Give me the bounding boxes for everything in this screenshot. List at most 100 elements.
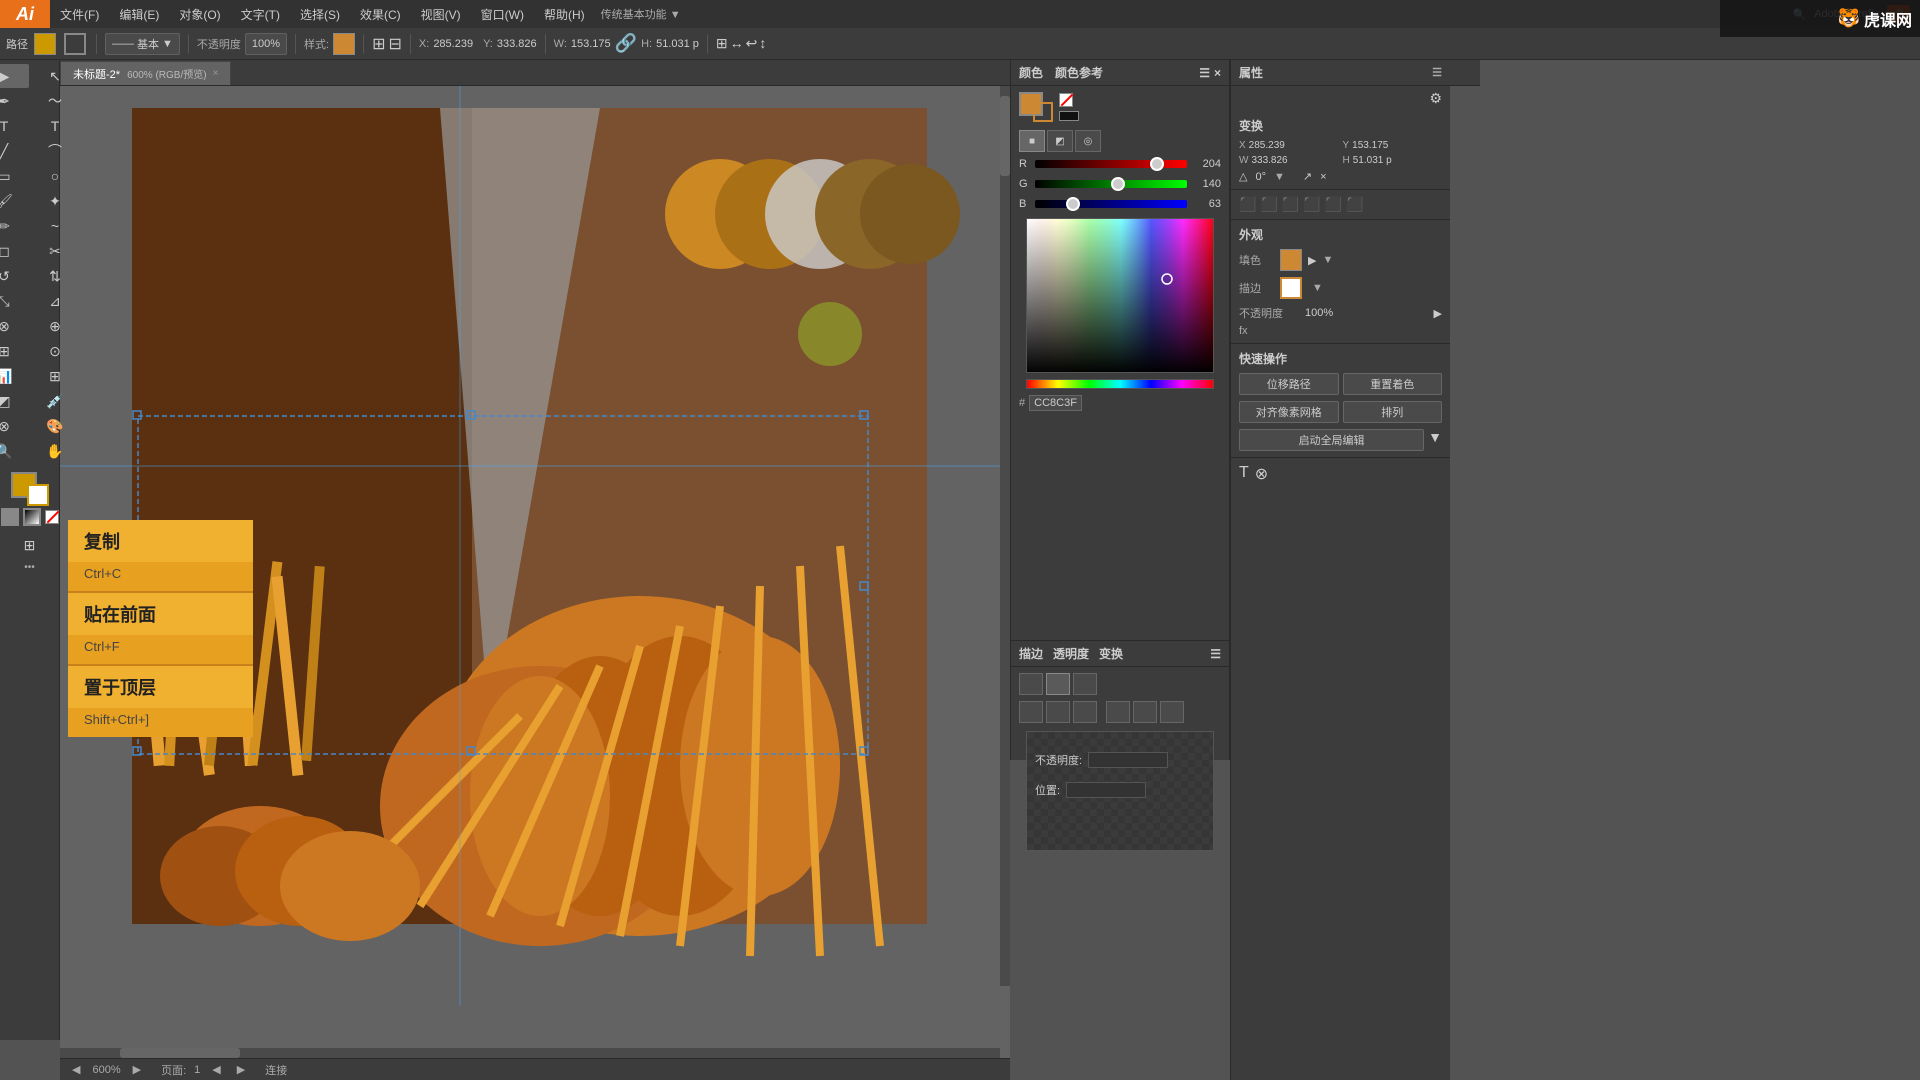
menu-help[interactable]: 帮助(H) (534, 0, 595, 28)
stroke-color-indicator[interactable] (64, 33, 86, 55)
opacity-input[interactable]: 100% (245, 33, 287, 55)
panel-menu-btn[interactable]: ☰ (1199, 66, 1210, 80)
zoom-out-btn[interactable]: ◀ (68, 1063, 84, 1076)
scrollbar-h[interactable] (60, 1048, 1000, 1058)
align-vert-btn[interactable]: ↔ (730, 35, 744, 52)
menu-text[interactable]: 文字(T) (231, 0, 290, 28)
trans-panel-menu[interactable]: ☰ (1210, 647, 1221, 661)
text-touch-icon[interactable]: T (1239, 464, 1249, 484)
fill-expand[interactable]: ▼ (1322, 254, 1333, 266)
text-tool[interactable]: T (0, 114, 29, 138)
align-pixel-btn[interactable]: 对齐像素网格 (1239, 401, 1339, 423)
r-slider-track[interactable] (1035, 160, 1187, 168)
fill-color-prop[interactable] (1280, 249, 1302, 271)
arc-tool[interactable]: ⌒ (30, 139, 80, 163)
more-tools-btn[interactable]: ••• (24, 562, 35, 573)
menu-select[interactable]: 选择(S) (290, 0, 350, 28)
radial-grad-btn[interactable]: ◎ (1075, 130, 1101, 152)
zoom-in-btn[interactable]: ▶ (129, 1063, 145, 1076)
context-menu-item-copy[interactable]: 复制 Ctrl+C (68, 520, 253, 591)
warp-tool[interactable]: ⊗ (0, 314, 29, 338)
none-btn[interactable] (45, 510, 59, 524)
pen-tool[interactable]: ✒ (0, 89, 29, 113)
join-btn1[interactable] (1106, 701, 1130, 723)
gradient-btn[interactable] (23, 508, 41, 526)
panel-close-btn[interactable]: × (1214, 66, 1221, 80)
fill-arrow[interactable]: ▶ (1308, 254, 1316, 267)
rotate-btn[interactable]: ↩ (746, 35, 758, 52)
eyedropper-tool[interactable]: 💉 (30, 389, 80, 413)
none-color-btn[interactable] (1059, 93, 1073, 107)
arrange-btn[interactable]: 排列 (1343, 401, 1443, 423)
menu-file[interactable]: 文件(F) (50, 0, 109, 28)
x-value[interactable]: 285.239 (433, 38, 473, 50)
y-value[interactable]: 333.826 (497, 38, 537, 50)
scrollbar-thumb-v[interactable] (1000, 96, 1010, 176)
color-spectrum[interactable] (1026, 218, 1214, 373)
select-tool[interactable]: ▶ (0, 64, 29, 88)
opacity-expand[interactable]: ▶ (1434, 307, 1442, 320)
column-graph-tool[interactable]: 📊 (0, 364, 29, 388)
linear-grad-btn[interactable]: ◩ (1047, 130, 1073, 152)
rect-tool[interactable]: ▭ (0, 164, 29, 188)
align-bottom-icon[interactable]: ⬛ (1346, 196, 1363, 213)
shear-tool[interactable]: ⊿ (30, 289, 80, 313)
align-center-v-icon[interactable]: ⬛ (1325, 196, 1342, 213)
menu-edit[interactable]: 编辑(E) (109, 0, 169, 28)
artboard-btn[interactable]: ⊞ (5, 533, 55, 557)
offset-path-btn[interactable]: 位移路径 (1239, 373, 1339, 395)
stroke-box[interactable] (27, 484, 49, 506)
stroke-swatch[interactable] (1033, 102, 1053, 122)
align-top-icon[interactable]: ⬛ (1303, 196, 1320, 213)
opacity-bar[interactable] (1088, 752, 1168, 768)
b-slider-thumb[interactable] (1066, 197, 1080, 211)
circle-cross-icon[interactable]: ⊗ (1255, 464, 1268, 484)
fill-color-indicator[interactable] (34, 33, 56, 55)
brush-tool[interactable]: 🖌 (0, 189, 29, 213)
angle-dropdown[interactable]: ▼ (1274, 171, 1285, 183)
join-btn2[interactable] (1133, 701, 1157, 723)
scale-tool[interactable]: ⤡ (0, 289, 29, 313)
scrollbar-v[interactable] (1000, 86, 1010, 986)
link-icon[interactable]: 🔗 (615, 33, 637, 54)
direct-select-tool[interactable]: ↖ (30, 64, 80, 88)
stroke-align-btn1[interactable] (1019, 673, 1043, 695)
align-left-icon[interactable]: ⬛ (1239, 196, 1256, 213)
b-slider-track[interactable] (1035, 200, 1187, 208)
pencil-tool[interactable]: ✏ (0, 214, 29, 238)
context-menu-item-bring-front[interactable]: 置于顶层 Shift+Ctrl+] (68, 666, 253, 737)
page-prev-btn[interactable]: ◀ (208, 1063, 224, 1076)
live-paint-tool[interactable]: 🎨 (30, 414, 80, 438)
reset-color-btn[interactable]: 重置着色 (1343, 373, 1443, 395)
cap-btn3[interactable] (1073, 701, 1097, 723)
active-tab[interactable]: 未标题-2* 600% (RGB/预览) × (60, 61, 231, 85)
g-slider-track[interactable] (1035, 180, 1187, 188)
align-btn[interactable]: ⊟ (389, 34, 402, 54)
mesh-tool[interactable]: ⊞ (30, 364, 80, 388)
hand-tool[interactable]: ✋ (30, 439, 80, 463)
stroke-align-btn2[interactable] (1046, 673, 1070, 695)
align-horiz-btn[interactable]: ⊞ (716, 35, 728, 52)
free-transform-tool[interactable]: ⊞ (0, 339, 29, 363)
blend-tool[interactable]: ⊗ (0, 414, 29, 438)
join-btn3[interactable] (1160, 701, 1184, 723)
cap-btn2[interactable] (1046, 701, 1070, 723)
color-btn[interactable] (1, 508, 19, 526)
scrollbar-thumb-h[interactable] (120, 1048, 240, 1058)
stroke-align-btn3[interactable] (1073, 673, 1097, 695)
curvature-tool[interactable]: 〜 (30, 89, 80, 113)
style-swatch[interactable] (333, 33, 355, 55)
solid-color-btn[interactable]: ■ (1019, 130, 1045, 152)
menu-effect[interactable]: 效果(C) (350, 0, 411, 28)
stroke-expand-prop[interactable]: ▼ (1312, 282, 1323, 294)
eraser-tool[interactable]: ◻ (0, 239, 29, 263)
black-swatch[interactable] (1059, 111, 1079, 121)
menu-window[interactable]: 窗口(W) (471, 0, 534, 28)
position-bar[interactable] (1066, 782, 1146, 798)
reflect-tool[interactable]: ⇅ (30, 264, 80, 288)
cap-btn1[interactable] (1019, 701, 1043, 723)
gradient-tool[interactable]: ◩ (0, 389, 29, 413)
transform-btn[interactable]: ⊞ (372, 34, 385, 54)
puppet-warp-tool[interactable]: ⊙ (30, 339, 80, 363)
line-tool[interactable]: ╱ (0, 139, 29, 163)
